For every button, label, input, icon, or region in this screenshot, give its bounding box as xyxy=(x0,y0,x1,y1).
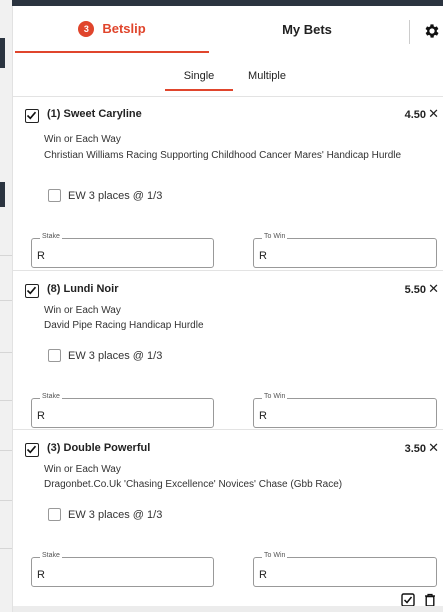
stake-field-label: Stake xyxy=(40,233,62,240)
to-win-field[interactable]: To Win R xyxy=(253,552,437,587)
betslip-footer-actions xyxy=(401,593,437,607)
event-name: Christian Williams Racing Supporting Chi… xyxy=(44,150,402,161)
background-divider xyxy=(0,548,12,549)
bet-select-checkbox[interactable] xyxy=(25,109,39,123)
selection-name: (8) Lundi Noir xyxy=(47,283,119,295)
background-page-strip xyxy=(0,0,12,612)
background-nav-marker xyxy=(0,38,5,68)
background-nav-marker xyxy=(0,182,5,207)
market-type: Win or Each Way xyxy=(44,134,121,145)
stake-input[interactable]: Stake R xyxy=(31,393,214,428)
close-icon[interactable]: ✕ xyxy=(428,282,439,295)
to-win-field[interactable]: To Win R xyxy=(253,233,437,268)
bet-card: (1) Sweet Caryline 4.50 ✕ Win or Each Wa… xyxy=(13,96,443,270)
each-way-label: EW 3 places @ 1/3 xyxy=(68,350,163,362)
bet-select-checkbox[interactable] xyxy=(25,284,39,298)
each-way-label: EW 3 places @ 1/3 xyxy=(68,190,163,202)
to-win-field-label: To Win xyxy=(262,233,288,240)
background-divider xyxy=(0,450,12,451)
selection-odds: 4.50 xyxy=(404,109,426,121)
bet-select-checkbox[interactable] xyxy=(25,443,39,457)
to-win-value: R xyxy=(259,410,267,422)
close-icon[interactable]: ✕ xyxy=(428,441,439,454)
tab-divider xyxy=(409,20,410,44)
background-divider xyxy=(0,255,12,256)
background-divider xyxy=(0,400,12,401)
event-name: Dragonbet.Co.Uk 'Chasing Excellence' Nov… xyxy=(44,479,343,490)
to-win-value: R xyxy=(259,250,267,262)
to-win-value: R xyxy=(259,569,267,581)
each-way-checkbox[interactable] xyxy=(48,349,61,362)
betslip-panel: 3 Betslip My Bets Single Multiple (1) Sw… xyxy=(12,6,443,612)
checkbox-icon[interactable] xyxy=(401,593,415,607)
tab-single[interactable]: Single xyxy=(165,70,233,91)
selection-odds: 5.50 xyxy=(404,284,426,296)
selection-name: (1) Sweet Caryline xyxy=(47,108,142,120)
background-divider xyxy=(0,500,12,501)
tab-my-bets[interactable]: My Bets xyxy=(209,6,405,53)
stake-value: R xyxy=(37,410,45,422)
trash-icon[interactable] xyxy=(423,593,437,607)
selection-odds: 3.50 xyxy=(404,443,426,455)
each-way-checkbox[interactable] xyxy=(48,508,61,521)
event-name: David Pipe Racing Handicap Hurdle xyxy=(44,320,204,331)
betslip-count-badge: 3 xyxy=(78,20,95,37)
bet-divider xyxy=(13,429,443,430)
stake-input[interactable]: Stake R xyxy=(31,552,214,587)
each-way-label: EW 3 places @ 1/3 xyxy=(68,509,163,521)
tab-multiple[interactable]: Multiple xyxy=(233,70,301,91)
market-type: Win or Each Way xyxy=(44,305,121,316)
bet-card: (3) Double Powerful 3.50 ✕ Win or Each W… xyxy=(13,429,443,589)
bet-divider xyxy=(13,270,443,271)
to-win-field-label: To Win xyxy=(262,552,288,559)
bet-divider xyxy=(13,96,443,97)
gear-icon[interactable] xyxy=(423,22,443,42)
bet-type-tabs: Single Multiple xyxy=(165,70,301,91)
stake-input[interactable]: Stake R xyxy=(31,233,214,268)
tab-betslip[interactable]: 3 Betslip xyxy=(15,6,209,53)
bet-card: (8) Lundi Noir 5.50 ✕ Win or Each Way Da… xyxy=(13,270,443,429)
background-divider xyxy=(0,300,12,301)
each-way-checkbox[interactable] xyxy=(48,189,61,202)
to-win-field[interactable]: To Win R xyxy=(253,393,437,428)
background-divider xyxy=(0,352,12,353)
stake-value: R xyxy=(37,569,45,581)
tab-betslip-label: Betslip xyxy=(102,21,146,36)
panel-bottom-edge xyxy=(13,606,443,612)
betslip-tabs: 3 Betslip My Bets xyxy=(13,6,443,54)
stake-field-label: Stake xyxy=(40,552,62,559)
selection-name: (3) Double Powerful xyxy=(47,442,151,454)
to-win-field-label: To Win xyxy=(262,393,288,400)
stake-field-label: Stake xyxy=(40,393,62,400)
market-type: Win or Each Way xyxy=(44,464,121,475)
close-icon[interactable]: ✕ xyxy=(428,107,439,120)
stake-value: R xyxy=(37,250,45,262)
